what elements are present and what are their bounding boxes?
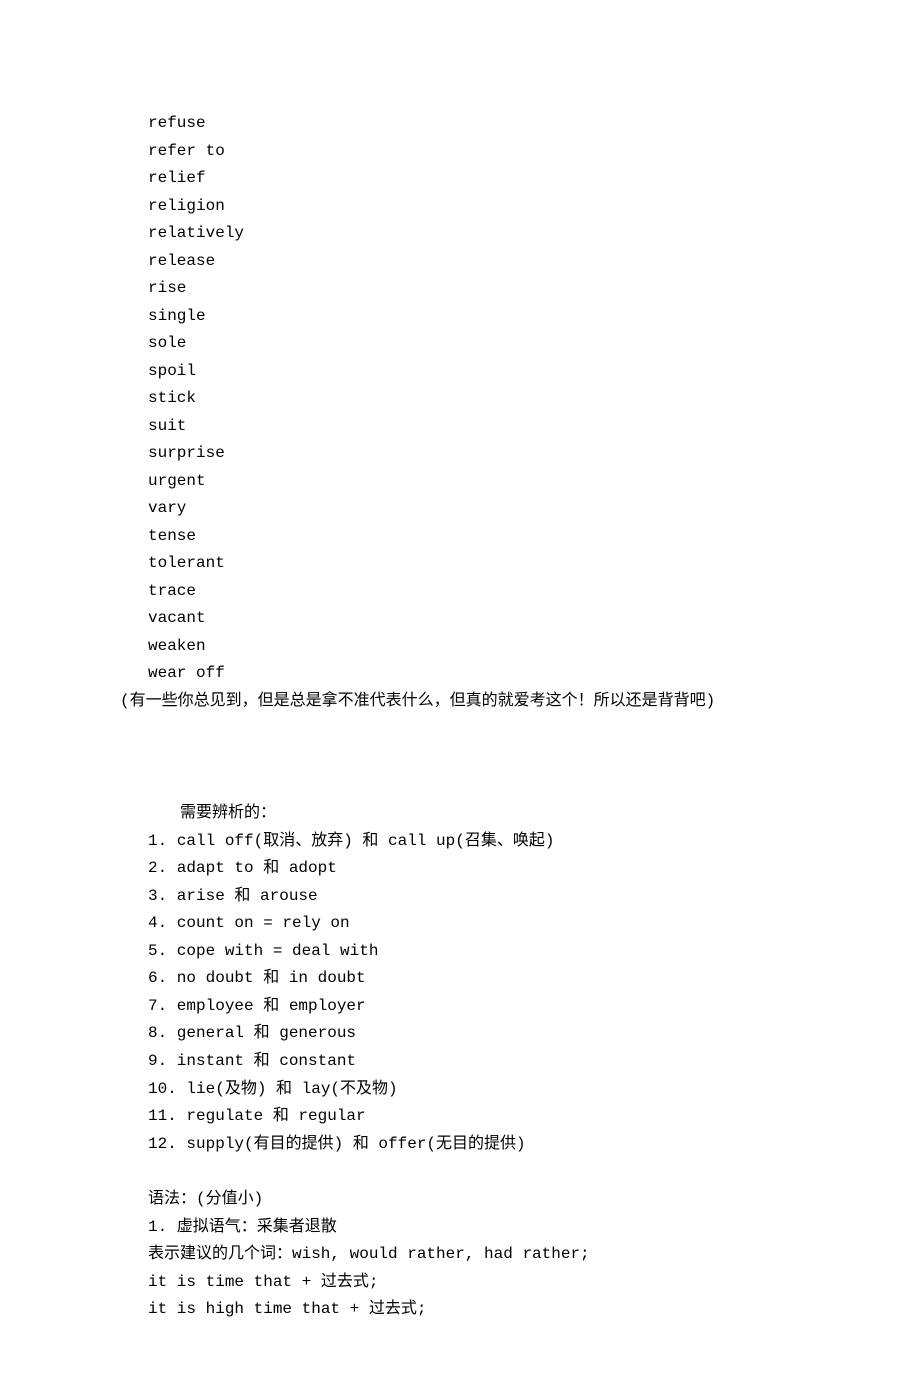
word-item: weaken [148,633,800,661]
grammar-line: it is time that + 过去式; [148,1269,800,1297]
word-item: suit [148,413,800,441]
comparison-item: 12. supply(有目的提供) 和 offer(无目的提供) [148,1131,800,1159]
comparison-item: 9. instant 和 constant [148,1048,800,1076]
document-page: refuse refer to relief religion relative… [0,0,920,1384]
comparison-item: 10. lie(及物) 和 lay(不及物) [148,1076,800,1104]
word-item: wear off [148,660,800,688]
comparison-section: 需要辨析的： 1. call off(取消、放弃) 和 call up(召集、唤… [148,800,800,1158]
word-item: vary [148,495,800,523]
word-item: rise [148,275,800,303]
comparison-item: 8. general 和 generous [148,1020,800,1048]
word-item: spoil [148,358,800,386]
spacer [148,715,800,800]
word-item: tolerant [148,550,800,578]
word-item: tense [148,523,800,551]
comparison-item: 1. call off(取消、放弃) 和 call up(召集、唤起) [148,828,800,856]
word-item: religion [148,193,800,221]
note-text: (有一些你总见到，但是总是拿不准代表什么，但真的就爱考这个！所以还是背背吧) [120,688,800,716]
comparison-item: 4. count on = rely on [148,910,800,938]
comparison-item: 5. cope with = deal with [148,938,800,966]
word-item: single [148,303,800,331]
comparison-item: 7. employee 和 employer [148,993,800,1021]
word-item: relatively [148,220,800,248]
comparison-heading: 需要辨析的： [180,800,800,828]
word-item: release [148,248,800,276]
word-item: relief [148,165,800,193]
comparison-item: 2. adapt to 和 adopt [148,855,800,883]
grammar-line: 表示建议的几个词：wish, would rather, had rather; [148,1241,800,1269]
grammar-heading: 语法：(分值小) [148,1186,800,1214]
comparison-item: 3. arise 和 arouse [148,883,800,911]
word-item: vacant [148,605,800,633]
spacer [148,1158,800,1186]
comparison-item: 11. regulate 和 regular [148,1103,800,1131]
word-item: surprise [148,440,800,468]
word-item: trace [148,578,800,606]
word-item: refuse [148,110,800,138]
word-item: sole [148,330,800,358]
word-item: urgent [148,468,800,496]
grammar-line: 1. 虚拟语气：采集者退散 [148,1214,800,1242]
grammar-section: 语法：(分值小) 1. 虚拟语气：采集者退散 表示建议的几个词：wish, wo… [148,1186,800,1324]
word-item: stick [148,385,800,413]
grammar-line: it is high time that + 过去式; [148,1296,800,1324]
word-list: refuse refer to relief religion relative… [148,110,800,688]
comparison-item: 6. no doubt 和 in doubt [148,965,800,993]
word-item: refer to [148,138,800,166]
